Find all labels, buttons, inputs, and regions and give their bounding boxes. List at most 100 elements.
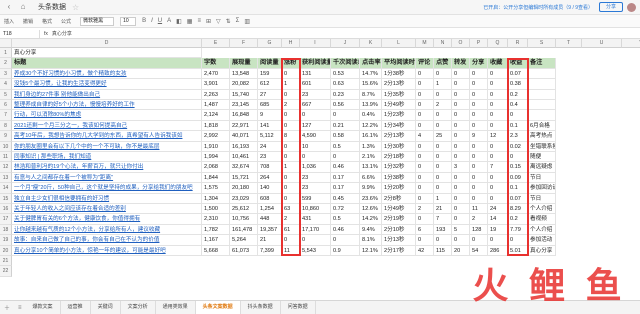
column-header-K[interactable]: K [360,39,382,48]
table-cell[interactable]: 0 [434,141,452,152]
table-cell[interactable]: 0 [470,152,488,163]
font-size-select[interactable]: 10 [120,16,137,26]
table-cell[interactable]: 0.4 [508,100,528,111]
table-cell[interactable]: 2分18秒 [382,152,416,163]
column-header-P[interactable]: P [470,39,488,48]
table-cell[interactable]: 23,145 [230,100,258,111]
sheet-tab[interactable]: 通用类效果 [156,301,196,314]
row-header[interactable]: 17 [0,214,12,225]
table-cell[interactable]: 0 [452,193,470,204]
table-cell[interactable]: 0 [508,235,528,246]
table-cell[interactable]: 0 [508,110,528,121]
table-cell[interactable]: 2,992 [202,131,230,142]
table-cell[interactable]: 0 [434,89,452,100]
table-cell[interactable]: 0 [282,68,300,80]
table-cell[interactable]: 0 [488,68,508,80]
table-cell[interactable]: 0 [331,110,360,121]
table-cell[interactable]: 9.4% [360,224,382,236]
header-cell[interactable]: 标题 [12,58,202,69]
table-cell[interactable]: 0 [452,89,470,100]
table-cell[interactable]: 有意与人之间都存在着一个被称为"距离" [12,172,202,184]
column-header-J[interactable]: J [331,39,360,48]
column-header-O[interactable]: O [452,39,470,48]
table-cell[interactable]: 15.6% [360,79,382,90]
sheet-list-icon[interactable]: ≡ [18,305,22,311]
table-cell[interactable]: 0 [416,141,434,152]
header-cell[interactable]: 收益 [508,58,528,69]
table-cell[interactable]: 8.7% [360,89,382,100]
border-icon[interactable]: ▦ [187,18,193,25]
table-cell[interactable]: 0.17 [331,172,360,184]
table-cell[interactable]: 0 [434,120,452,132]
table-cell[interactable]: 同事知识 | 那些职场，我们知道 [12,152,202,163]
column-header-U[interactable]: U [582,39,622,48]
table-cell[interactable]: 关于健脾胃有关的6个方法，健康饮食，你值得拥有 [12,214,202,225]
table-cell[interactable]: 真心分享 [12,48,202,59]
table-cell[interactable]: 11 [282,245,300,256]
table-cell[interactable]: 离远疑虑 [528,162,556,173]
table-cell[interactable]: 1分32秒 [382,162,416,173]
header-cell[interactable]: 平均阅读时长 [382,58,416,69]
table-cell[interactable]: 0 [488,89,508,100]
table-cell[interactable]: 2 [434,100,452,111]
article-link[interactable]: 关于健脾胃有关的6个方法，健康饮食，你值得拥有 [14,216,140,222]
table-cell[interactable]: 你的朋友圈里会有以下几个中的一个不可缺，你不是最底层 [12,141,202,152]
table-cell[interactable]: 2021还剩一个月三分之一，我该如何提高自己 [12,120,202,132]
table-cell[interactable]: 193 [434,224,452,236]
table-cell[interactable]: 0 [470,141,488,152]
add-sheet-icon[interactable]: ＋ [4,303,10,312]
table-cell[interactable]: 0 [282,235,300,246]
table-cell[interactable]: 0.63 [331,79,360,90]
article-link[interactable]: 让你越来越有气质的12个小方法，分享给所有人，建议收藏 [14,227,160,233]
table-cell[interactable]: 2 [470,214,488,225]
table-cell[interactable]: 1,036 [300,162,331,173]
column-header-I[interactable]: I [300,39,331,48]
table-cell[interactable]: 1,575 [202,183,230,194]
table-cell[interactable]: 0 [416,89,434,100]
table-cell[interactable]: 2,263 [202,89,230,100]
table-cell[interactable]: 0 [452,110,470,121]
table-cell[interactable]: 随便 [528,152,556,163]
table-cell[interactable]: 131 [300,68,331,80]
table-cell[interactable]: 高考热点 [528,131,556,142]
table-cell[interactable]: 8.1% [360,235,382,246]
article-link[interactable]: 我们身边的27件事 别他能做出自己 [14,92,100,98]
table-cell[interactable]: 21 [434,204,452,215]
table-cell[interactable]: 6月合格 [528,120,556,132]
table-cell[interactable]: 2分10秒 [382,224,416,236]
table-cell[interactable]: 63 [282,204,300,215]
table-cell[interactable]: 2,124 [202,110,230,121]
row-header[interactable]: 15 [0,193,12,204]
table-cell[interactable]: 20,082 [230,79,258,90]
header-cell[interactable]: 涨粉 [282,58,300,69]
table-cell[interactable]: 2,068 [202,162,230,173]
column-header-Q[interactable]: Q [488,39,508,48]
table-cell[interactable]: 真心分享10个简单的小方法，惊艳一年的建议，可能是最好吧 [12,245,202,256]
table-cell[interactable]: 7 [488,162,508,173]
share-button[interactable]: 分享 [599,2,623,12]
table-cell[interactable]: 独立自主少女们很相信要拥有的好习惯 [12,193,202,204]
table-cell[interactable]: 17,170 [300,224,331,236]
table-cell[interactable]: 127 [300,120,331,132]
table-cell[interactable]: 0 [416,162,434,173]
row-header[interactable]: 12 [0,162,12,173]
table-cell[interactable]: 2分13秒 [382,131,416,142]
table-cell[interactable]: 0.53 [331,68,360,80]
table-cell[interactable]: 0 [452,131,470,142]
table-cell[interactable]: 0.09 [508,172,528,184]
table-cell[interactable]: 0 [488,152,508,163]
table-cell[interactable]: 0.72 [331,204,360,215]
table-cell[interactable]: 0 [488,141,508,152]
table-cell[interactable]: 真心分享 [528,245,556,256]
merge-icon[interactable]: ⊞ [206,18,211,25]
table-cell[interactable]: 关于年轻人的收入之间应该存在着合适的差别 [12,204,202,215]
table-cell[interactable]: 0 [470,172,488,184]
table-cell[interactable]: 54 [470,245,488,256]
table-cell[interactable]: 0 [452,152,470,163]
table-cell[interactable]: 1分38秒 [382,68,416,80]
table-cell[interactable]: 27 [258,89,282,100]
article-link[interactable]: 没钱5个最习惯，让我的生活变得更好 [14,81,107,87]
table-cell[interactable]: 0 [488,183,508,194]
table-cell[interactable]: 0 [488,120,508,132]
header-cell[interactable]: 点赞 [434,58,452,69]
